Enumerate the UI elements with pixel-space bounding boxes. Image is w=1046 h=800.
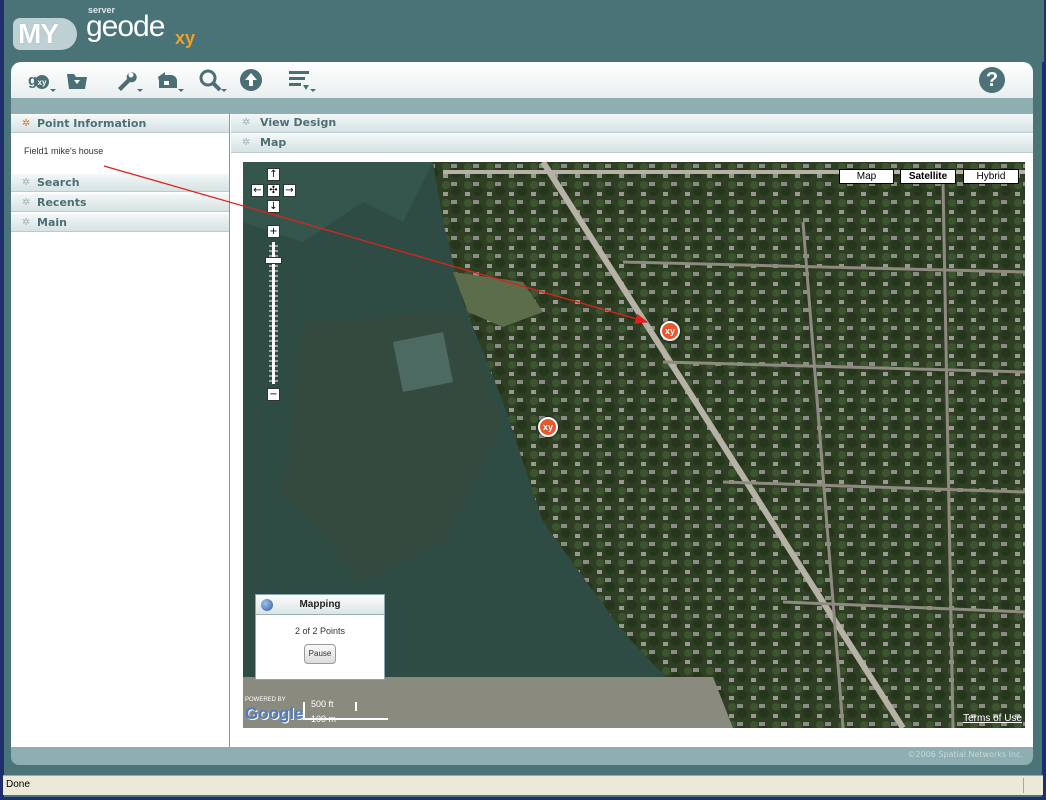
panel-map[interactable]: ✲ Map bbox=[231, 134, 1033, 153]
logo-xy: xy bbox=[175, 28, 196, 48]
bullet-icon: ✲ bbox=[22, 177, 31, 188]
mapping-status: 2 of 2 Points bbox=[294, 626, 346, 636]
status-text: Done bbox=[6, 779, 30, 790]
pan-up-icon[interactable]: ↑ bbox=[267, 168, 280, 181]
right-panel: ✲ View Design ✲ Map Map Satellite Hybrid… bbox=[231, 114, 1033, 747]
help-button[interactable]: ? bbox=[979, 67, 1005, 93]
map-type-map-button[interactable]: Map bbox=[839, 169, 894, 184]
mapping-dialog-header: Mapping bbox=[256, 595, 384, 615]
mapping-dialog: Mapping 2 of 2 Points Pause bbox=[255, 594, 385, 680]
bullet-icon: ✲ bbox=[22, 217, 31, 228]
mapping-dialog-title: Mapping bbox=[299, 599, 341, 610]
pan-right-icon[interactable]: → bbox=[283, 184, 296, 197]
folder-icon[interactable] bbox=[63, 66, 91, 94]
upload-icon[interactable] bbox=[237, 66, 265, 94]
logo-geode: geode bbox=[86, 10, 165, 43]
pan-center-icon[interactable]: ✣ bbox=[267, 184, 280, 197]
powered-by-label: POWERED BY bbox=[245, 697, 286, 703]
pause-button[interactable]: Pause bbox=[304, 644, 336, 664]
list-icon[interactable] bbox=[285, 66, 316, 94]
panel-main-label: Main bbox=[37, 216, 67, 229]
panel-view-design-label: View Design bbox=[260, 116, 337, 129]
google-logo[interactable]: Google bbox=[245, 704, 304, 724]
pan-down-icon[interactable]: ↓ bbox=[267, 200, 280, 213]
panel-search[interactable]: ✲ Search bbox=[11, 173, 229, 192]
content-area: ✲ Point Information Field1 mike's house … bbox=[11, 114, 1033, 747]
terms-of-use-link[interactable]: Terms of Use bbox=[963, 713, 1022, 724]
search-icon[interactable] bbox=[196, 66, 227, 94]
panel-map-label: Map bbox=[260, 136, 287, 149]
map-marker[interactable]: xy bbox=[538, 417, 558, 437]
active-bullet-icon: ✲ bbox=[22, 118, 31, 129]
pan-left-icon[interactable]: ← bbox=[251, 184, 264, 197]
logo-my: MY bbox=[13, 18, 77, 50]
globe-icon bbox=[261, 599, 273, 611]
copyright-text: ©2006 Spatial Networks Inc. bbox=[907, 750, 1023, 759]
toolbar: g xy ? bbox=[11, 62, 1033, 98]
panel-recents[interactable]: ✲ Recents bbox=[11, 193, 229, 212]
zoom-slider-handle[interactable] bbox=[265, 257, 282, 264]
panel-main[interactable]: ✲ Main bbox=[11, 213, 229, 232]
status-bar: Done bbox=[3, 775, 1043, 795]
panel-view-design[interactable]: ✲ View Design bbox=[231, 114, 1033, 133]
point-info-text: Field1 mike's house bbox=[24, 146, 104, 156]
satellite-map[interactable]: Map Satellite Hybrid ↑ ← ✣ → ↓ + − xy xy… bbox=[243, 162, 1025, 728]
scale-label-meters: 100 m bbox=[311, 714, 337, 724]
panel-point-information-label: Point Information bbox=[37, 117, 147, 130]
panel-point-information[interactable]: ✲ Point Information bbox=[11, 114, 229, 133]
bullet-icon: ✲ bbox=[22, 197, 31, 208]
scale-label-feet: 500 ft bbox=[311, 699, 334, 709]
map-type-hybrid-button[interactable]: Hybrid bbox=[963, 169, 1019, 184]
zoom-in-button[interactable]: + bbox=[267, 225, 280, 238]
undo-icon[interactable] bbox=[153, 66, 184, 94]
browser-window: MY server geode xy g xy ? ✲ Point Inform… bbox=[3, 0, 1044, 797]
gxy-icon[interactable]: g xy bbox=[25, 66, 56, 94]
status-divider bbox=[1023, 778, 1024, 793]
svg-text:xy: xy bbox=[38, 78, 47, 87]
map-marker[interactable]: xy bbox=[660, 321, 680, 341]
panel-search-label: Search bbox=[37, 176, 80, 189]
app-header: MY server geode xy bbox=[4, 0, 1044, 62]
bullet-icon: ✲ bbox=[242, 117, 251, 128]
wrench-icon[interactable] bbox=[112, 66, 143, 94]
app-footer: ©2006 Spatial Networks Inc. bbox=[11, 747, 1033, 765]
map-type-satellite-button[interactable]: Satellite bbox=[900, 169, 956, 184]
toolbar-strip bbox=[11, 98, 1033, 114]
left-panel: ✲ Point Information Field1 mike's house … bbox=[11, 114, 230, 747]
bullet-icon: ✲ bbox=[242, 137, 251, 148]
zoom-out-button[interactable]: − bbox=[267, 388, 280, 401]
panel-recents-label: Recents bbox=[37, 196, 87, 209]
